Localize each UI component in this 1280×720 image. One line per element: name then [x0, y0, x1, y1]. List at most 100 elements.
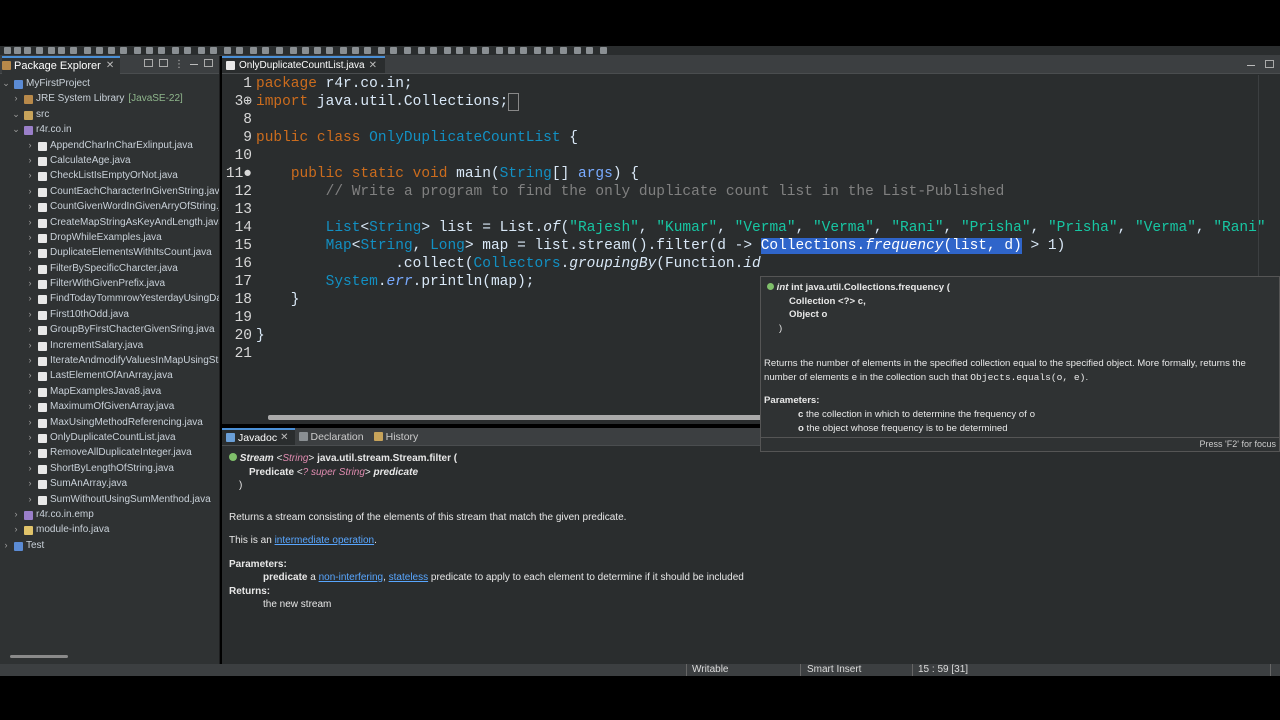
chevron-right-icon[interactable]: › [26, 245, 34, 260]
minimize-icon[interactable] [1247, 65, 1255, 66]
intermediate-operation-link[interactable]: intermediate operation [275, 535, 375, 546]
tree-item[interactable]: › FindTodayTommrowYesterdayUsingDate.java [0, 291, 219, 306]
tree-item[interactable]: › SumAnArray.java [0, 476, 219, 491]
toolbar-button-icon[interactable] [290, 47, 297, 54]
tree-item[interactable]: › module-info.java [0, 522, 219, 537]
toolbar-button-icon[interactable] [352, 47, 359, 54]
tree-item[interactable]: › CountGivenWordInGivenArryOfString.java [0, 199, 219, 214]
toolbar-button-icon[interactable] [108, 47, 115, 54]
chevron-right-icon[interactable]: › [26, 415, 34, 430]
toolbar-button-icon[interactable] [378, 47, 385, 54]
chevron-right-icon[interactable]: › [26, 138, 34, 153]
package-explorer-tab[interactable]: Package Explorer ✕ [2, 55, 121, 74]
chevron-right-icon[interactable]: › [26, 399, 34, 414]
chevron-right-icon[interactable]: › [26, 368, 34, 383]
toolbar-button-icon[interactable] [36, 47, 43, 54]
toolbar-button-icon[interactable] [508, 47, 515, 54]
tree-item[interactable]: › OnlyDuplicateCountList.java [0, 430, 219, 445]
toolbar-button-icon[interactable] [24, 47, 31, 54]
toolbar-button-icon[interactable] [4, 47, 11, 54]
tree-item[interactable]: ⌄ src [0, 107, 219, 122]
editor-horizontal-scrollbar[interactable] [268, 415, 768, 420]
toolbar-button-icon[interactable] [586, 47, 593, 54]
tree-item[interactable]: ⌄ MyFirstProject [0, 76, 219, 91]
toolbar-button-icon[interactable] [276, 47, 283, 54]
toolbar-button-icon[interactable] [364, 47, 371, 54]
tree-item[interactable]: › GroupByFirstChacterGivenSring.java [0, 322, 219, 337]
close-icon[interactable]: ✕ [106, 60, 114, 71]
tree-item[interactable]: › MaximumOfGivenArray.java [0, 399, 219, 414]
javadoc-hover-popup[interactable]: int int java.util.Collections.frequency … [760, 276, 1280, 452]
tree-item[interactable]: › FilterWithGivenPrefix.java [0, 276, 219, 291]
chevron-right-icon[interactable]: › [26, 261, 34, 276]
chevron-right-icon[interactable]: › [26, 199, 34, 214]
chevron-right-icon[interactable]: › [26, 276, 34, 291]
chevron-right-icon[interactable]: › [26, 461, 34, 476]
toolbar-button-icon[interactable] [48, 47, 55, 54]
non-interfering-link[interactable]: non-interfering [319, 572, 383, 583]
chevron-right-icon[interactable]: › [26, 445, 34, 460]
view-menu-icon[interactable]: ⋮ [174, 59, 184, 70]
toolbar-button-icon[interactable] [224, 47, 231, 54]
toolbar-button-icon[interactable] [84, 47, 91, 54]
tree-item[interactable]: › JRE System Library [JavaSE-22] [0, 91, 219, 106]
chevron-down-icon[interactable]: ⌄ [12, 122, 20, 137]
chevron-right-icon[interactable]: › [26, 153, 34, 168]
chevron-right-icon[interactable]: › [26, 353, 34, 368]
toolbar-button-icon[interactable] [430, 47, 437, 54]
collapse-all-icon[interactable] [144, 59, 153, 67]
close-icon[interactable]: ✕ [280, 432, 288, 443]
editor-tab-onlyduplicatecountlist[interactable]: OnlyDuplicateCountList.java ✕ [222, 56, 386, 73]
toolbar-button-icon[interactable] [58, 47, 65, 54]
tree-item[interactable]: › r4r.co.in.emp [0, 507, 219, 522]
chevron-right-icon[interactable]: › [26, 291, 34, 306]
chevron-down-icon[interactable]: ⌄ [2, 76, 10, 91]
tree-item[interactable]: › MaxUsingMethodReferencing.java [0, 415, 219, 430]
toolbar-button-icon[interactable] [470, 47, 477, 54]
chevron-right-icon[interactable]: › [26, 184, 34, 199]
maximize-icon[interactable] [1265, 60, 1274, 68]
tree-item[interactable]: › CalculateAge.java [0, 153, 219, 168]
chevron-right-icon[interactable]: › [26, 168, 34, 183]
tree-item[interactable]: › Test [0, 538, 219, 553]
chevron-right-icon[interactable]: › [2, 538, 10, 553]
chevron-right-icon[interactable]: › [12, 522, 20, 537]
chevron-right-icon[interactable]: › [26, 215, 34, 230]
toolbar-button-icon[interactable] [198, 47, 205, 54]
stateless-link[interactable]: stateless [389, 572, 428, 583]
toolbar-button-icon[interactable] [444, 47, 451, 54]
tree-item[interactable]: › DuplicateElementsWithItsCount.java [0, 245, 219, 260]
toolbar-button-icon[interactable] [520, 47, 527, 54]
tree-item[interactable]: › ShortByLengthOfString.java [0, 461, 219, 476]
toolbar-button-icon[interactable] [302, 47, 309, 54]
tree-item[interactable]: › DropWhileExamples.java [0, 230, 219, 245]
toolbar-button-icon[interactable] [456, 47, 463, 54]
chevron-right-icon[interactable]: › [26, 230, 34, 245]
chevron-right-icon[interactable]: › [26, 430, 34, 445]
toolbar-button-icon[interactable] [404, 47, 411, 54]
toolbar-button-icon[interactable] [14, 47, 21, 54]
toolbar-button-icon[interactable] [210, 47, 217, 54]
toolbar-button-icon[interactable] [120, 47, 127, 54]
toolbar-button-icon[interactable] [600, 47, 607, 54]
tab-javadoc[interactable]: Javadoc ✕ [222, 428, 295, 445]
toolbar-button-icon[interactable] [184, 47, 191, 54]
toolbar-button-icon[interactable] [560, 47, 567, 54]
tree-item[interactable]: › FilterBySpecificCharcter.java [0, 261, 219, 276]
toolbar-button-icon[interactable] [262, 47, 269, 54]
link-with-editor-icon[interactable] [159, 59, 168, 67]
toolbar-button-icon[interactable] [314, 47, 321, 54]
chevron-right-icon[interactable]: › [12, 507, 20, 522]
close-icon[interactable]: ✕ [369, 60, 377, 71]
chevron-right-icon[interactable]: › [12, 91, 20, 106]
tree-item[interactable]: › CheckListIsEmptyOrNot.java [0, 168, 219, 183]
chevron-right-icon[interactable]: › [26, 338, 34, 353]
toolbar-button-icon[interactable] [96, 47, 103, 54]
chevron-right-icon[interactable]: › [26, 384, 34, 399]
toolbar-button-icon[interactable] [482, 47, 489, 54]
toolbar-button-icon[interactable] [418, 47, 425, 54]
tree-item[interactable]: › CountEachCharacterInGivenString.java [0, 184, 219, 199]
tab-declaration[interactable]: Declaration [295, 428, 370, 445]
tree-item[interactable]: › IncrementSalary.java [0, 338, 219, 353]
tree-item[interactable]: › IterateAndmodifyValuesInMapUsingStream.… [0, 353, 219, 368]
